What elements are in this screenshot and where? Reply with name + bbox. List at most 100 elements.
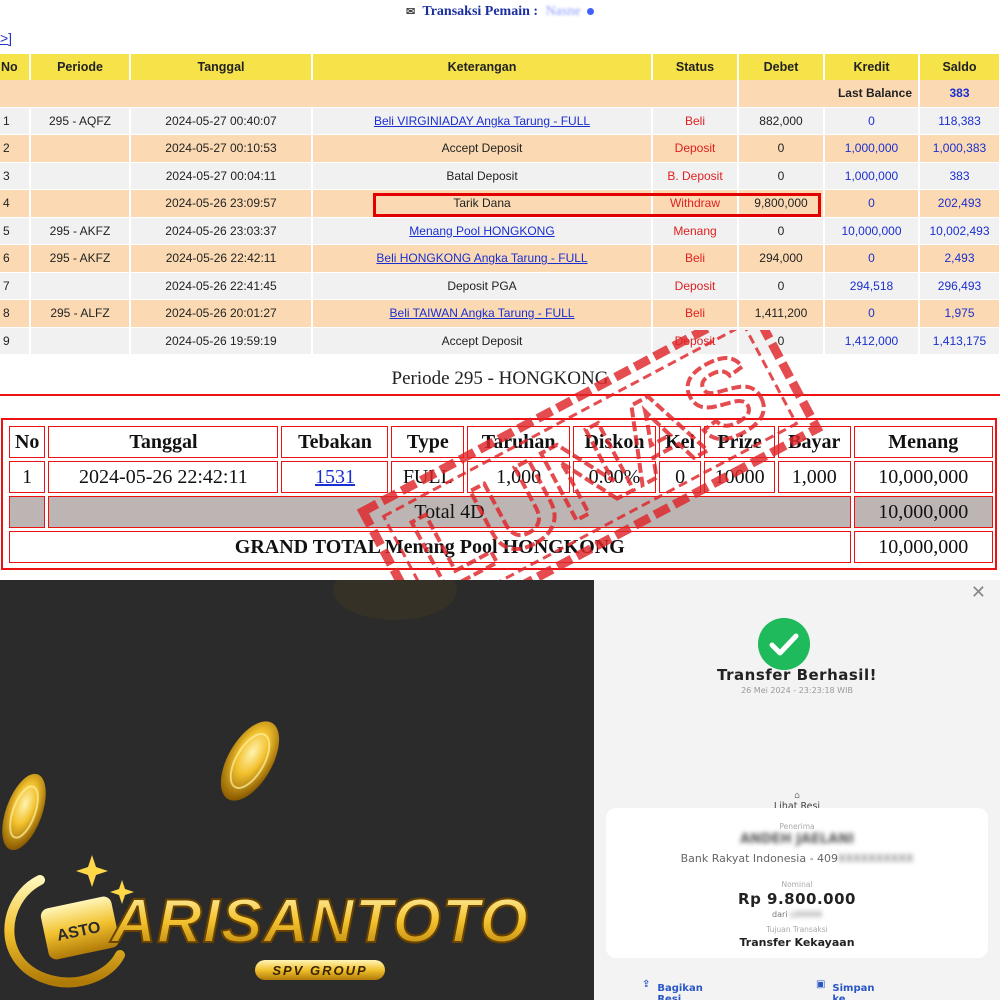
table-row: 3 2024-05-27 00:04:11 Batal Deposit B. Depo…	[0, 162, 1000, 190]
transfer-receipt: ✕ Transfer Berhasil! 26 Mei 2024 - 23:23…	[594, 580, 1000, 1000]
bank-info: Bank Rakyat Indonesia - 409XXXXXXXXXX	[606, 852, 988, 865]
row-saldo: 1,000,383	[919, 134, 1000, 163]
table-row: 2 2024-05-27 00:10:53 Accept Deposit Deposi…	[0, 134, 1000, 163]
row-tanggal: 2024-05-26 19:59:19	[130, 327, 313, 355]
header-label: Transaksi Pemain :	[422, 4, 539, 19]
dari-account: LXXXXX	[790, 910, 822, 919]
coin-icon	[220, 721, 280, 801]
grand-total-label: GRAND TOTAL Menang Pool HONGKONG	[9, 531, 851, 563]
detail-taruhan: 1,000	[467, 461, 571, 493]
row-kredit: 0	[824, 189, 920, 218]
detail-col-diskon: Diskon	[573, 426, 656, 458]
total-label: Total 4D	[48, 496, 851, 528]
row-no: 1	[0, 107, 31, 135]
row-status: Deposit	[652, 134, 739, 163]
brand-tagline: SPV GROUP	[272, 963, 367, 978]
row-debet: 882,000	[738, 107, 825, 135]
nominal-value: Rp 9.800.000	[738, 890, 856, 908]
detail-header-row: No Tanggal Tebakan Type Taruhan Diskon K…	[9, 426, 993, 458]
col-status: Status	[652, 54, 739, 80]
row-debet: 1,411,200	[738, 299, 825, 328]
row-no: 5	[0, 217, 31, 245]
last-balance-label: Last Balance	[738, 80, 920, 108]
detail-no: 1	[9, 461, 46, 493]
brand-artwork: ASTO ARISANTOTO SPV GROUP	[2, 580, 529, 988]
row-tanggal: 2024-05-27 00:40:07	[130, 107, 313, 135]
row-kredit: 294,518	[824, 272, 920, 300]
row-status: Deposit	[652, 272, 739, 300]
row-keterangan: Beli HONGKONG Angka Tarung - FULL	[312, 244, 653, 273]
table-row: 7 2024-05-26 22:41:45 Deposit PGA Deposit 0 2…	[0, 272, 1000, 300]
close-icon[interactable]: ✕	[971, 582, 986, 603]
row-debet: 294,000	[738, 244, 825, 273]
penerima-label: Penerima	[779, 822, 815, 831]
row-kredit: 0	[824, 244, 920, 273]
dari-prefix: dari	[772, 910, 788, 919]
row-debet: 0	[738, 272, 825, 300]
row-tanggal: 2024-05-27 00:04:11	[130, 162, 313, 190]
nominal-label: Nominal	[781, 880, 813, 889]
page-header: ✉ Transaksi Pemain : Nasne	[0, 4, 1000, 24]
col-no: No	[0, 54, 31, 80]
period-title: Periode 295 - HONGKONG	[391, 368, 609, 389]
brand-banner: ASTO ARISANTOTO SPV GROUP	[0, 580, 594, 1000]
row-tanggal: 2024-05-26 23:09:57	[130, 189, 313, 218]
receipt-datetime: 26 Mei 2024 - 23:23:18 WIB	[741, 686, 853, 695]
row-saldo: 202,493	[919, 189, 1000, 218]
receipt-card: Penerima ANDEH JAELANI Bank Rakyat Indon…	[606, 808, 988, 958]
check-circle-icon	[758, 618, 810, 670]
row-kredit: 10,000,000	[824, 217, 920, 245]
row-tanggal: 2024-05-26 20:01:27	[130, 299, 313, 328]
detail-col-type: Type	[391, 426, 465, 458]
row-keterangan: Accept Deposit	[312, 134, 653, 163]
tebakan-link[interactable]: 1531	[315, 466, 355, 488]
transaction-table: No Periode Tanggal Keterangan Status Deb…	[0, 54, 1000, 355]
total-row: Total 4D 10,000,000	[9, 496, 993, 528]
row-keterangan: Tarik Dana	[312, 189, 653, 218]
row-no: 3	[0, 162, 31, 190]
transaction-link[interactable]: Beli TAIWAN Angka Tarung - FULL	[390, 306, 575, 320]
detail-menang: 10,000,000	[853, 461, 993, 493]
share-receipt-button[interactable]: ⇪ Bagikan Resi	[642, 979, 703, 1000]
table-row: 5 295 - AKFZ 2024-05-26 23:03:37 Menang Poo…	[0, 217, 1000, 245]
detail-bayar: 1,000	[777, 461, 851, 493]
detail-tanggal: 2024-05-26 22:42:11	[48, 461, 279, 493]
row-kredit: 0	[824, 299, 920, 328]
row-periode: 295 - ALFZ	[30, 299, 131, 328]
detail-col-taruhan: Taruhan	[467, 426, 571, 458]
row-status: Beli	[652, 107, 739, 135]
detail-row: 1 2024-05-26 22:42:11 1531 FULL 1,000 0.…	[9, 461, 993, 493]
transaction-link[interactable]: Menang Pool HONGKONG	[409, 224, 554, 238]
receipt-icon: ⌂	[794, 791, 800, 801]
back-link[interactable]: >]	[0, 30, 12, 46]
divider	[0, 394, 1000, 396]
period-detail-table: No Tanggal Tebakan Type Taruhan Diskon K…	[6, 423, 996, 566]
col-periode: Periode	[30, 54, 131, 80]
detail-type: FULL	[391, 461, 465, 493]
last-balance-value: 383	[919, 80, 1000, 108]
transaction-link[interactable]: Beli HONGKONG Angka Tarung - FULL	[376, 251, 587, 265]
save-to-list-button[interactable]: ▣ Simpan ke Daftar	[816, 979, 875, 1000]
detail-kei: 0	[658, 461, 702, 493]
row-no: 8	[0, 299, 31, 328]
grand-total-value: 10,000,000	[853, 531, 993, 563]
col-kredit: Kredit	[824, 54, 920, 80]
period-detail-box: No Tanggal Tebakan Type Taruhan Diskon K…	[1, 418, 997, 570]
player-name[interactable]: Nasne	[546, 4, 581, 19]
table-row: 6 295 - AKFZ 2024-05-26 22:42:11 Beli HONGK…	[0, 244, 1000, 273]
row-periode	[30, 327, 131, 355]
detail-col-no: No	[9, 426, 46, 458]
row-status: Beli	[652, 244, 739, 273]
receipt-footer: ⇪ Bagikan Resi ▣ Simpan ke Daftar	[594, 975, 1000, 1000]
row-kredit: 1,412,000	[824, 327, 920, 355]
row-kredit: 0	[824, 107, 920, 135]
row-saldo: 2,493	[919, 244, 1000, 273]
detail-col-kei: Kei	[658, 426, 702, 458]
row-periode	[30, 189, 131, 218]
tujuan-value: Transfer Kekayaan	[739, 936, 855, 949]
row-no: 7	[0, 272, 31, 300]
penerima-name: ANDEH JAELANI	[740, 832, 854, 847]
row-status: Deposit	[652, 327, 739, 355]
row-keterangan: Beli TAIWAN Angka Tarung - FULL	[312, 299, 653, 328]
transaction-link[interactable]: Beli VIRGINIADAY Angka Tarung - FULL	[374, 114, 590, 128]
